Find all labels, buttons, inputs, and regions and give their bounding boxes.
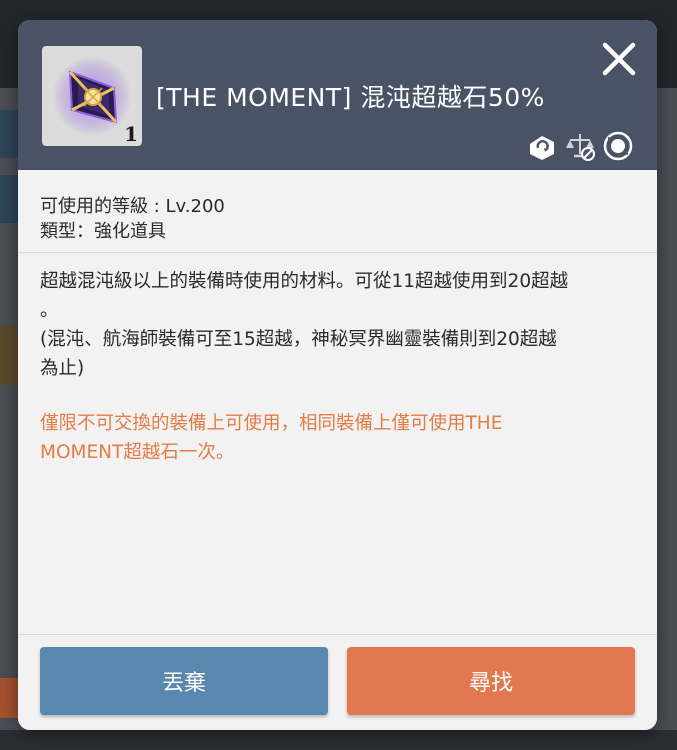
dialog-footer: 丟棄 尋找 (18, 634, 657, 730)
dialog-header: 1 [THE MOMENT] 混沌超越石50% (18, 20, 657, 170)
item-level: 可使用的等級 : Lv.200 (40, 196, 225, 217)
scale-blocked-icon (566, 134, 595, 161)
description-line: 為止) (40, 358, 85, 379)
close-icon[interactable] (598, 38, 640, 80)
refresh-icon (603, 131, 633, 161)
description-line: 超越混沌級以上的裝備時使用的材料。可從11超越使用到20超越 (40, 271, 569, 292)
description-line: (混沌、航海師裝備可至15超越，神秘冥界幽靈裝備則到20超越 (40, 329, 557, 350)
item-description: 超越混沌級以上的裝備時使用的材料。可從11超越使用到20超越 。 (混沌、航海師… (40, 267, 640, 467)
item-slot: 1 (42, 46, 142, 146)
background-bottom-bar (0, 730, 677, 750)
trade-icon (530, 136, 554, 160)
item-attribute-icons (508, 130, 638, 162)
warning-line: MOMENT超越石一次。 (40, 442, 235, 463)
item-title: [THE MOMENT] 混沌超越石50% (156, 83, 545, 112)
item-quantity: 1 (124, 122, 138, 146)
description-line: 。 (40, 300, 59, 321)
background-side-tab (0, 110, 20, 158)
item-type: 類型：強化道具 (40, 221, 166, 242)
find-button[interactable]: 尋找 (347, 647, 635, 715)
usage-warning: 僅限不可交換的裝備上可使用，相同裝備上僅可使用THE MOMENT超越石一次。 (40, 409, 640, 467)
item-meta: 可使用的等級 : Lv.200 類型：強化道具 (18, 170, 657, 253)
background-side-tab (0, 175, 20, 223)
warning-line: 僅限不可交換的裝備上可使用，相同裝備上僅可使用THE (40, 413, 503, 434)
item-detail-dialog: 1 [THE MOMENT] 混沌超越石50% 可使用的等級: Lv.200 … (18, 20, 657, 730)
discard-button[interactable]: 丟棄 (40, 647, 328, 715)
background-character (0, 325, 20, 385)
crystal-stone-icon (52, 56, 132, 136)
